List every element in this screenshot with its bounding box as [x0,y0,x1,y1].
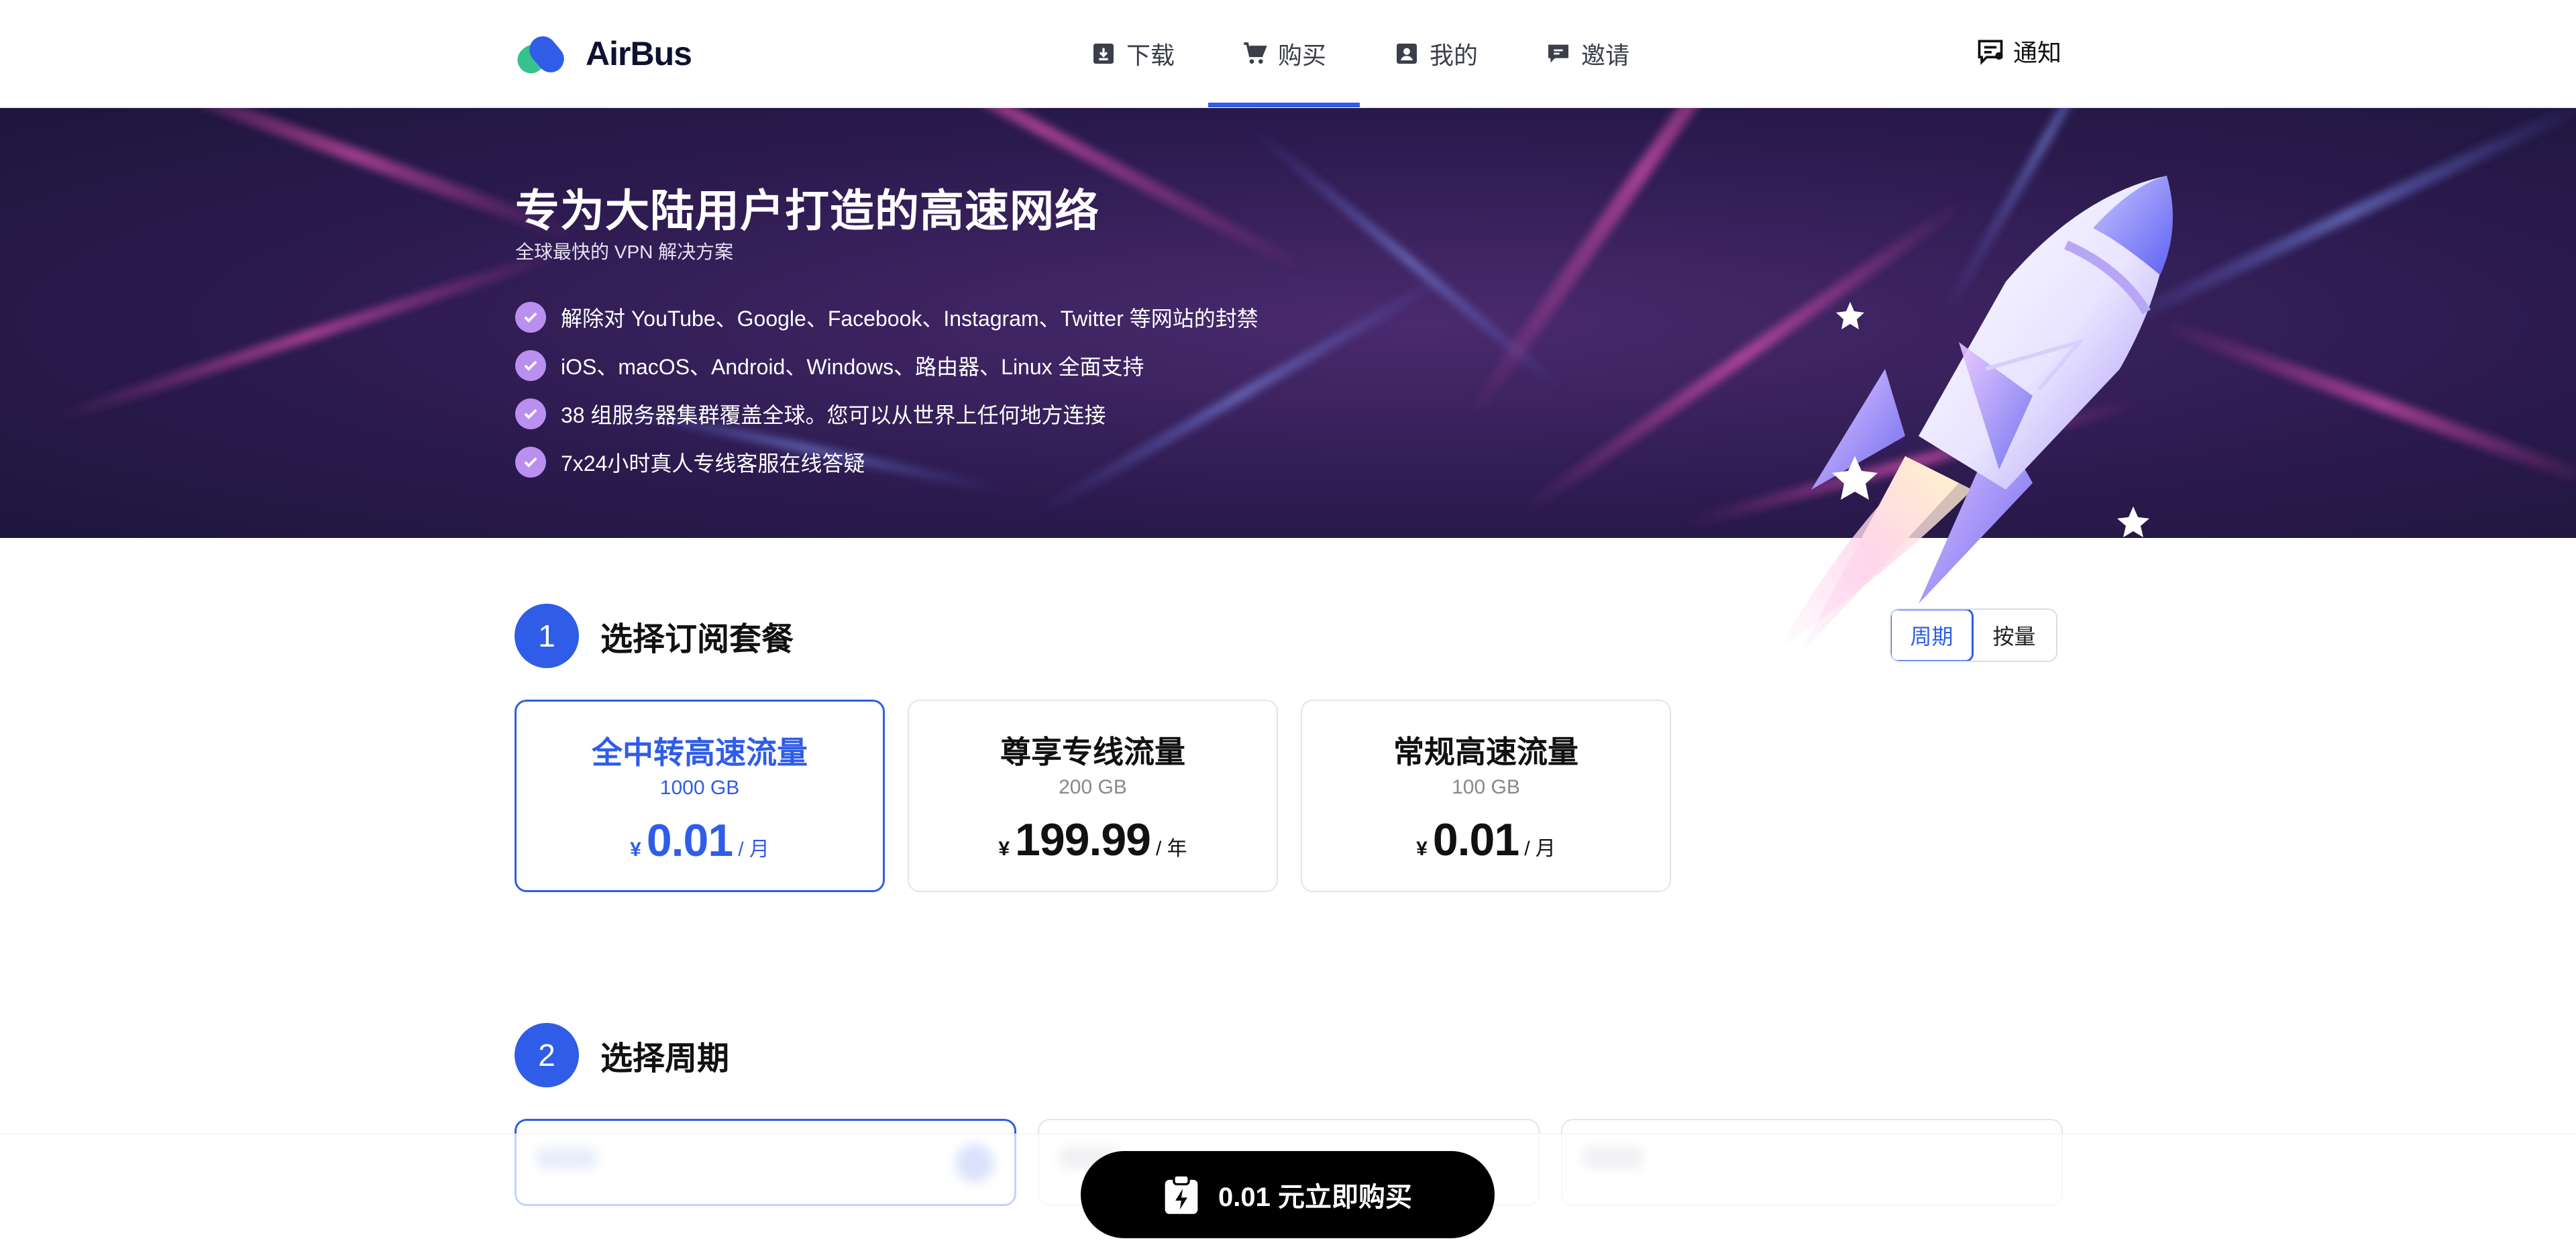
logo-icon [517,36,564,74]
toggle-period[interactable]: 周期 [1891,610,1974,661]
plan-name: 全中转高速流量 [592,735,808,770]
billing-mode-toggle: 周期 按量 [1890,608,2057,662]
nav-invite[interactable]: 邀请 [1511,0,1663,107]
step2-number: 2 [515,1023,579,1087]
plan-list: 全中转高速流量 1000 GB ¥ 0.01 / 月 尊享专线流量 200 GB… [515,700,1671,892]
plan-name: 尊享专线流量 [1000,734,1185,769]
feature-text: iOS、macOS、Android、Windows、路由器、Linux 全面支持 [561,355,1144,379]
plan-amount: 0.01 [646,815,733,866]
plan-unit: / 年 [1156,838,1187,860]
feature-text: 7x24小时真人专线客服在线答疑 [561,451,865,476]
plan-currency: ¥ [630,838,641,861]
notification-button[interactable]: 通知 [1976,34,2061,68]
account-icon [1397,44,1417,64]
plan-card[interactable]: 全中转高速流量 1000 GB ¥ 0.01 / 月 [515,700,885,892]
feature-list: 解除对 YouTube、Google、Facebook、Instagram、Tw… [515,293,1258,486]
hero-title: 专为大陆用户打造的高速网络 [515,186,1099,235]
feature-text: 解除对 YouTube、Google、Facebook、Instagram、Tw… [561,307,1258,331]
hero-subtitle: 全球最快的 VPN 解决方案 [515,241,734,262]
plan-price: ¥ 0.01 / 月 [1416,814,1556,866]
plan-currency: ¥ [998,838,1010,860]
nav-buy-label: 购买 [1278,42,1327,69]
nav-download-label: 下载 [1126,42,1175,69]
plan-amount: 199.99 [1015,814,1151,865]
plan-traffic: 200 GB [1059,776,1127,798]
plan-traffic: 100 GB [1452,776,1520,798]
nav-buy[interactable]: 购买 [1208,0,1360,107]
feature-item: iOS、macOS、Android、Windows、路由器、Linux 全面支持 [515,341,1258,390]
step1-number: 1 [515,604,579,668]
plan-unit: / 月 [1524,838,1556,860]
plan-amount: 0.01 [1432,814,1519,865]
step2-title: 选择周期 [600,1041,730,1077]
feature-item: 7x24小时真人专线客服在线答疑 [515,438,1258,486]
check-icon [515,350,546,381]
step1-header: 1 选择订阅套餐 [515,604,794,668]
buy-now-label: 0.01 元立即购买 [1218,1183,1412,1212]
buy-now-button[interactable]: 0.01 元立即购买 [1081,1151,1495,1238]
plan-card[interactable]: 常规高速流量 100 GB ¥ 0.01 / 月 [1301,700,1671,892]
step2-header: 2 选择周期 [515,1023,729,1087]
plan-price: ¥ 0.01 / 月 [630,814,769,867]
feature-item: 解除对 YouTube、Google、Facebook、Instagram、Tw… [515,293,1258,341]
rocket-illustration [1778,176,2173,657]
notification-label: 通知 [2012,39,2061,66]
clipboard-bolt-icon [1165,1174,1198,1214]
plan-currency: ¥ [1416,838,1428,860]
plan-name: 常规高速流量 [1393,734,1578,769]
download-icon [1093,44,1114,64]
brand-name: AirBus [586,35,692,72]
invite-icon [1548,44,1569,63]
brand-logo[interactable]: AirBus [515,32,692,75]
step1-title: 选择订阅套餐 [600,622,794,657]
main-nav: 下载 购买 我的 邀请 [1057,0,1663,107]
check-icon [515,447,546,478]
plan-price: ¥ 199.99 / 年 [998,814,1187,866]
notification-icon [1978,40,2003,65]
check-icon [515,302,546,333]
cart-icon [1244,42,1267,64]
nav-download[interactable]: 下载 [1057,0,1208,107]
toggle-usage[interactable]: 按量 [1972,610,2056,661]
plan-card[interactable]: 尊享专线流量 200 GB ¥ 199.99 / 年 [908,700,1278,892]
feature-text: 38 组服务器集群覆盖全球。您可以从世界上任何地方连接 [561,403,1106,427]
page: AirBus 下载 购买 我的 邀请 通知 专为大陆用户打造的高速网络 全球最快… [0,0,2576,1253]
feature-item: 38 组服务器集群覆盖全球。您可以从世界上任何地方连接 [515,390,1258,438]
nav-invite-label: 邀请 [1581,42,1630,69]
nav-account-label: 我的 [1430,42,1479,69]
nav-account[interactable]: 我的 [1360,0,1511,107]
top-bar: AirBus 下载 购买 我的 邀请 通知 [0,0,2576,107]
check-icon [515,398,546,429]
plan-traffic: 1000 GB [659,777,740,799]
plan-unit: / 月 [738,838,769,861]
